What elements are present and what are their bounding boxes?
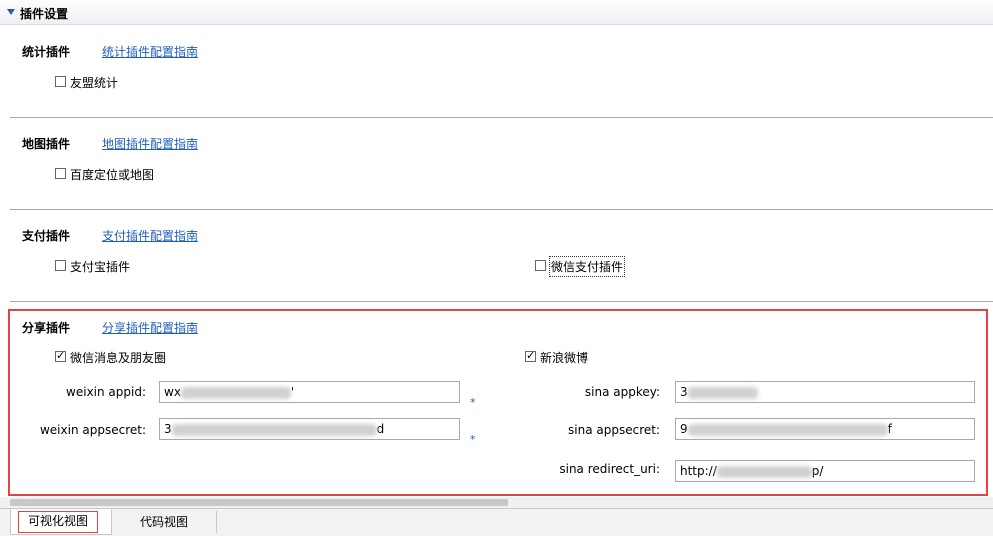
payment-guide-link[interactable]: 支付插件配置指南: [102, 227, 198, 244]
weixin-appid-value: wx: [164, 385, 181, 399]
weixin-share-checkbox[interactable]: [55, 349, 66, 362]
weixin-appsecret-value: 3: [164, 422, 172, 436]
map-guide-link[interactable]: 地图插件配置指南: [102, 135, 198, 152]
sina-redirect-input[interactable]: http:// p/: [675, 460, 975, 482]
sina-share-label[interactable]: 新浪微博: [540, 349, 588, 366]
baidu-map-checkbox[interactable]: [55, 168, 66, 179]
tab-code-view[interactable]: 代码视图: [112, 511, 217, 533]
weixin-appid-input[interactable]: wx ': [159, 381, 460, 403]
required-mark: *: [470, 433, 476, 446]
scrollbar-thumb[interactable]: [10, 499, 508, 506]
weixin-appsecret-value-tail: d: [376, 422, 385, 436]
redacted-value: [687, 423, 888, 436]
tab-visual-view[interactable]: 可视化视图: [10, 509, 112, 535]
divider: [10, 117, 993, 118]
sina-redirect-value: http://: [680, 464, 717, 478]
alipay-label[interactable]: 支付宝插件: [70, 258, 130, 275]
plugin-settings-header[interactable]: 插件设置: [0, 0, 993, 25]
umeng-stats-checkbox[interactable]: [55, 76, 66, 87]
weixin-share-label[interactable]: 微信消息及朋友圈: [70, 349, 166, 366]
redacted-value: [687, 386, 758, 399]
share-plugin-title: 分享插件: [22, 321, 71, 335]
wechat-pay-checkbox[interactable]: [535, 260, 546, 271]
sina-appsecret-value: 9: [680, 422, 688, 436]
tab-visual-view-label[interactable]: 可视化视图: [18, 511, 98, 533]
divider: [10, 301, 993, 302]
payment-plugin-title: 支付插件: [22, 229, 71, 243]
sina-appsecret-label: sina appsecret:: [568, 423, 660, 437]
alipay-checkbox[interactable]: [55, 260, 66, 271]
map-plugin-title: 地图插件: [22, 137, 71, 151]
required-mark: *: [470, 396, 476, 409]
sina-appsecret-value-tail: f: [887, 422, 892, 436]
sina-appkey-value: 3: [680, 385, 688, 399]
divider: [10, 209, 993, 210]
view-tab-bar: 可视化视图 代码视图: [0, 508, 993, 536]
redacted-value: [716, 465, 812, 478]
sina-appkey-label: sina appkey:: [584, 385, 660, 399]
redacted-value: [180, 386, 291, 399]
sina-redirect-value-tail: p/: [811, 464, 824, 478]
stats-plugin-title: 统计插件: [22, 45, 71, 59]
horizontal-scrollbar[interactable]: [0, 497, 993, 508]
weixin-appid-label: weixin appid:: [66, 385, 146, 399]
weixin-appid-value-tail: ': [290, 385, 295, 399]
share-guide-link[interactable]: 分享插件配置指南: [102, 319, 198, 336]
weixin-appsecret-label: weixin appsecret:: [39, 423, 146, 437]
stats-guide-link[interactable]: 统计插件配置指南: [102, 43, 198, 60]
sina-appkey-input[interactable]: 3: [675, 381, 975, 403]
sina-appsecret-input[interactable]: 9f: [675, 418, 975, 440]
redacted-value: [171, 423, 377, 436]
sina-redirect-label: sina redirect_uri:: [559, 462, 660, 476]
umeng-stats-label[interactable]: 友盟统计: [70, 74, 118, 91]
section-title: 插件设置: [20, 7, 69, 21]
sina-share-checkbox[interactable]: [525, 349, 536, 362]
weixin-appsecret-input[interactable]: 3d: [159, 418, 460, 440]
wechat-pay-label[interactable]: 微信支付插件: [549, 256, 626, 277]
collapse-triangle-icon[interactable]: [7, 9, 15, 15]
baidu-map-label[interactable]: 百度定位或地图: [70, 166, 154, 183]
